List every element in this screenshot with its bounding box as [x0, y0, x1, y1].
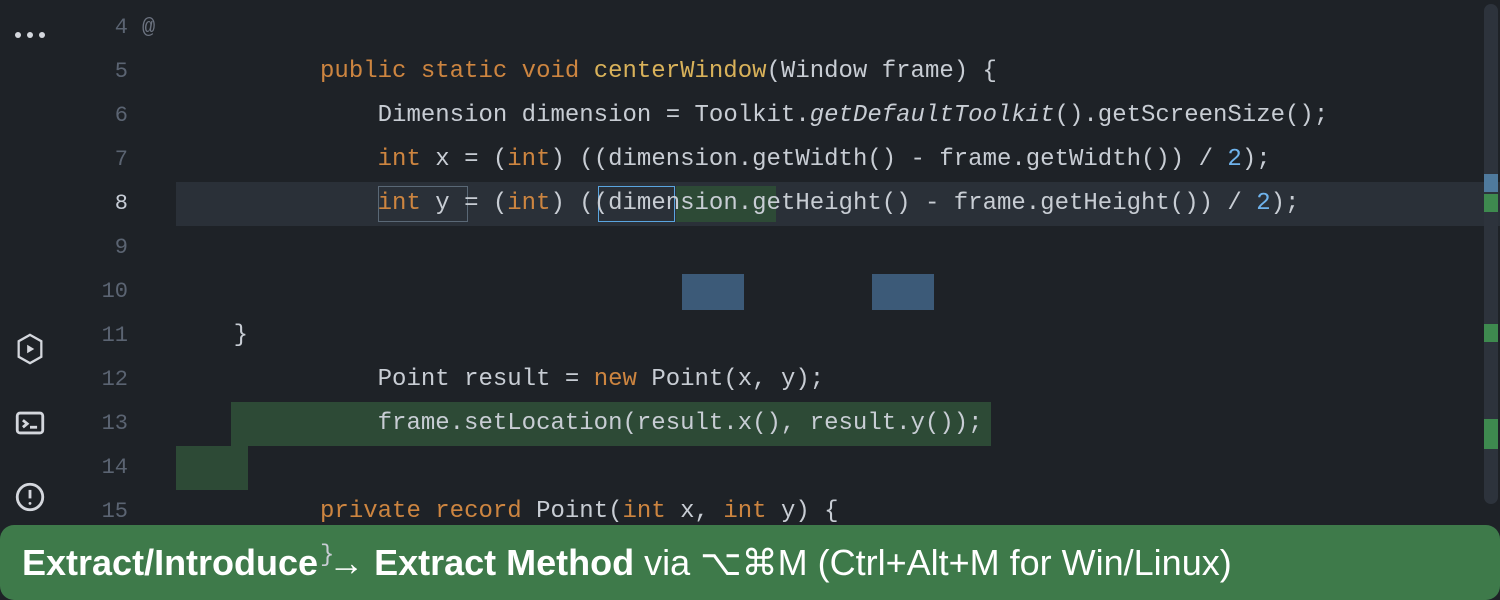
code-line[interactable]: public static void centerWindow(Window f… — [176, 6, 1500, 50]
annotation-gutter: @ — [142, 0, 176, 525]
tip-shortcut-winlinux: (Ctrl+Alt+M for Win/Linux) — [808, 542, 1232, 584]
line-number[interactable]: 10 — [60, 270, 142, 314]
scrollbar-change-marker[interactable] — [1484, 419, 1498, 449]
code-line[interactable]: } — [176, 446, 1500, 490]
usage-highlight — [872, 274, 934, 310]
code-line[interactable]: frame.setLocation(result.x(), result.y()… — [176, 270, 1500, 314]
added-line-highlight — [176, 446, 248, 490]
problems-icon[interactable] — [13, 480, 47, 514]
line-number[interactable]: 13 — [60, 402, 142, 446]
line-number[interactable]: 7 — [60, 138, 142, 182]
editor: 4 5 6 7 8 9 10 11 12 13 14 15 @ public s… — [0, 0, 1500, 525]
line-number[interactable]: 14 — [60, 446, 142, 490]
more-icon[interactable] — [13, 18, 47, 52]
line-number[interactable]: 8 — [60, 182, 142, 226]
line-number[interactable]: 6 — [60, 94, 142, 138]
line-number[interactable]: 12 — [60, 358, 142, 402]
tip-shortcut-mac: ⌥⌘M — [700, 542, 807, 584]
code-line[interactable]: } — [176, 314, 1500, 358]
scrollbar-change-marker[interactable] — [1484, 194, 1498, 212]
line-number[interactable]: 4 — [60, 6, 142, 50]
scrollbar[interactable] — [1480, 4, 1498, 521]
line-number[interactable]: 11 — [60, 314, 142, 358]
scrollbar-change-marker[interactable] — [1484, 324, 1498, 342]
line-number-gutter[interactable]: 4 5 6 7 8 9 10 11 12 13 14 15 — [60, 0, 142, 525]
terminal-icon[interactable] — [13, 406, 47, 440]
override-annotation[interactable]: @ — [142, 6, 176, 50]
tip-via: via — [634, 542, 700, 584]
line-number[interactable]: 9 — [60, 226, 142, 270]
code-editor[interactable]: public static void centerWindow(Window f… — [176, 0, 1500, 525]
code-line[interactable] — [176, 226, 1500, 270]
scrollbar-caret-marker[interactable] — [1484, 174, 1498, 192]
line-number[interactable]: 5 — [60, 50, 142, 94]
usage-highlight — [682, 274, 744, 310]
activity-bar — [0, 0, 60, 525]
run-icon[interactable] — [13, 332, 47, 366]
tip-banner: Extract/Introduce → Extract Method via ⌥… — [0, 525, 1500, 600]
